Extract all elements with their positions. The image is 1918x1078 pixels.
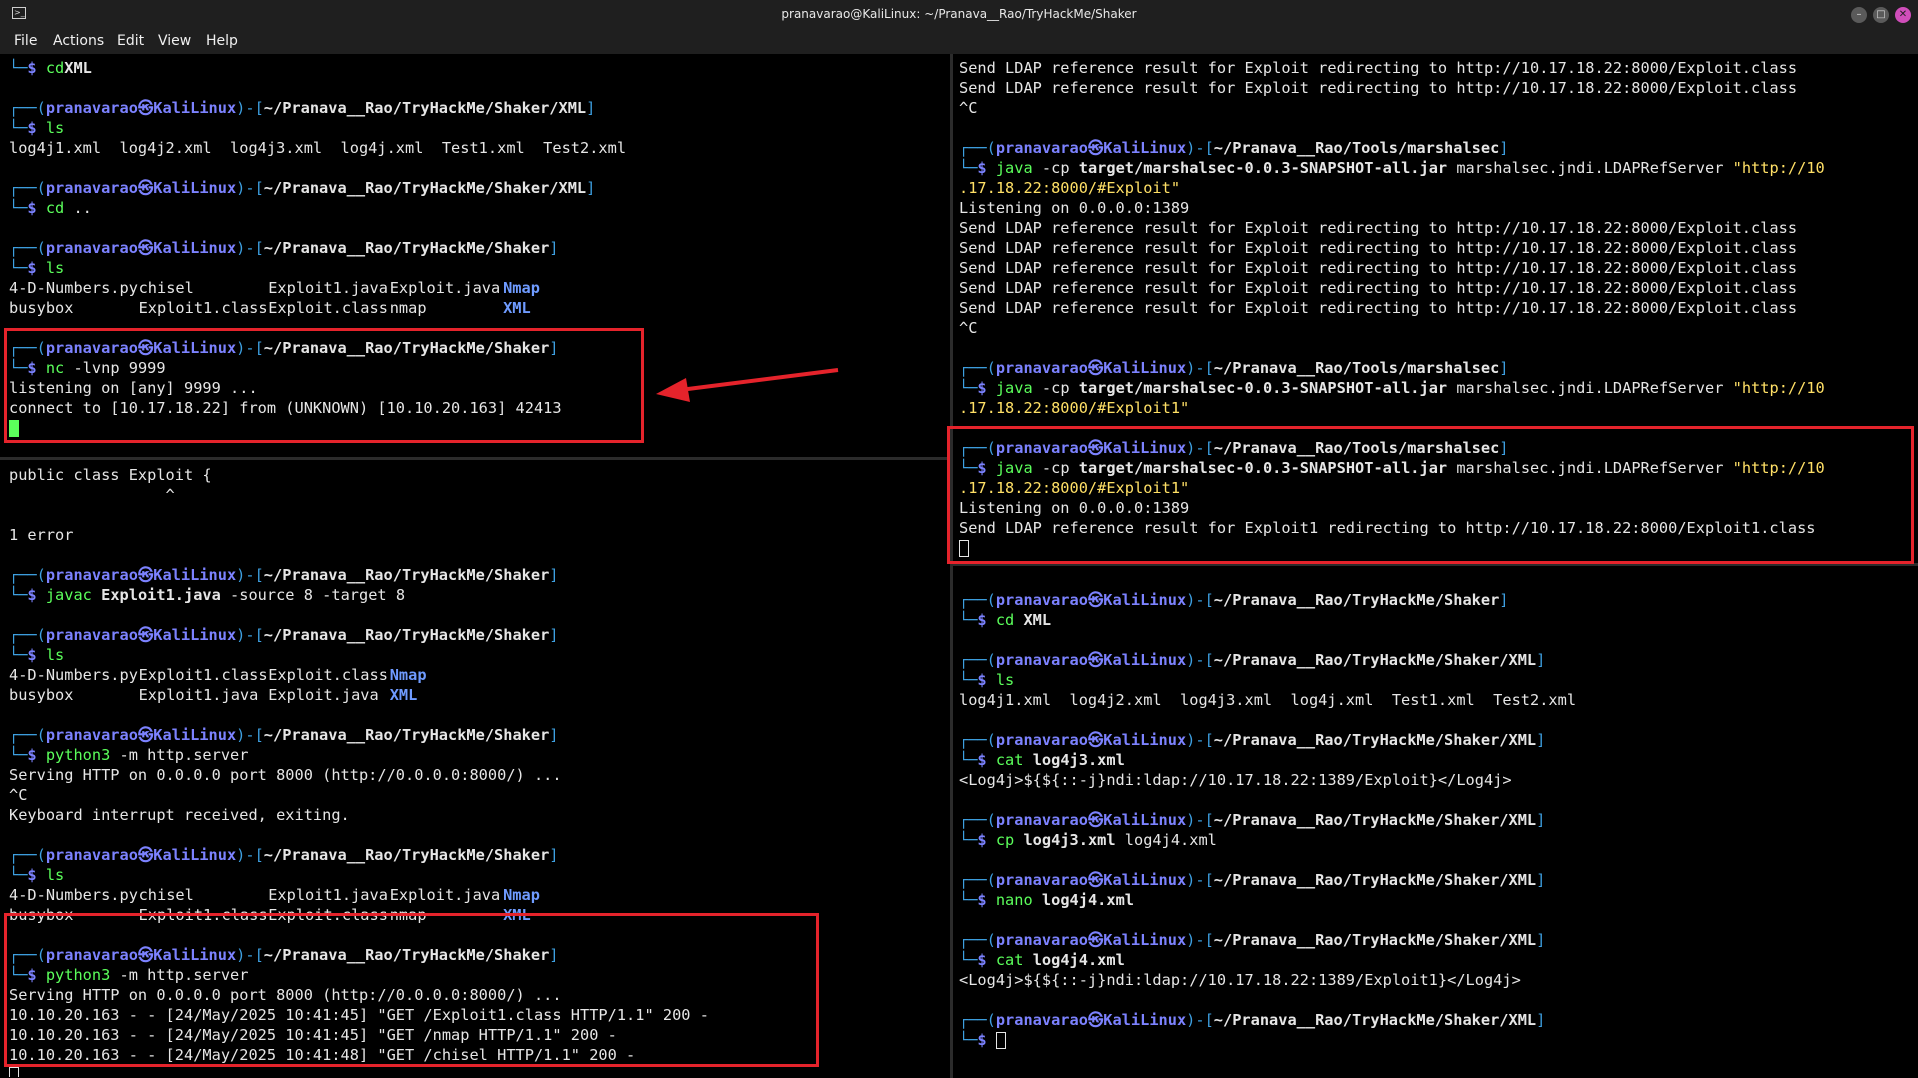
annotation-arrow (656, 368, 839, 402)
